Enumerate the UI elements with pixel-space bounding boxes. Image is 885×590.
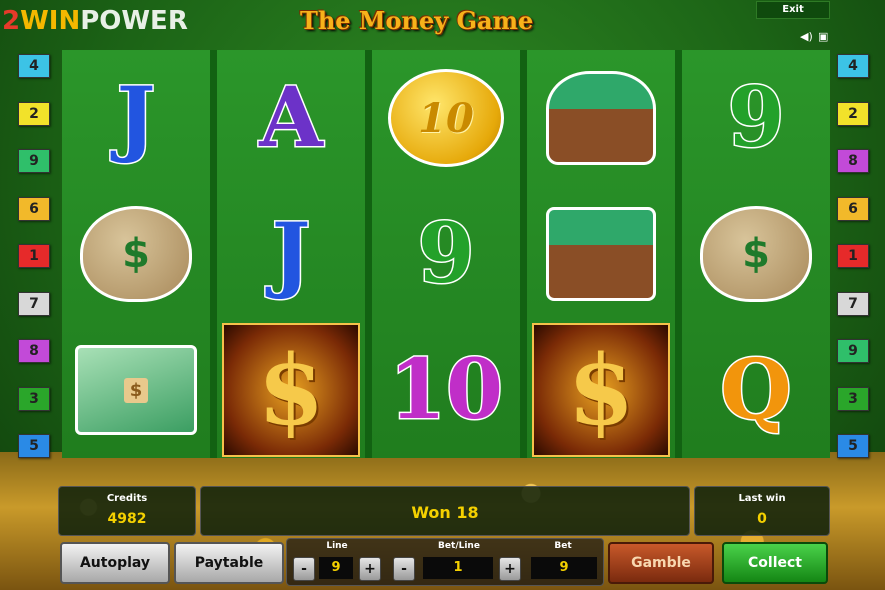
payline-left-7[interactable]: 3 <box>18 386 50 411</box>
reels-area: J $ $ A J $10 9 10 $9 $ Q <box>62 50 830 458</box>
payline-right-7[interactable]: 3 <box>837 386 869 411</box>
payline-right-8[interactable]: 5 <box>837 434 869 458</box>
reel-symbol: Q <box>682 322 830 458</box>
reel-5: 9 $ Q <box>682 50 830 458</box>
reel-symbol: $ <box>527 322 675 458</box>
game-title: The Money Game <box>300 6 534 35</box>
last-win-label: Last win <box>738 493 786 504</box>
reel-symbol <box>527 186 675 322</box>
line-value: 9 <box>319 557 353 579</box>
exit-button[interactable]: Exit <box>756 1 830 19</box>
reel-3: 10 9 10 <box>372 50 520 458</box>
wallet-symbol <box>546 207 656 301</box>
paytable-button[interactable]: Paytable <box>174 542 284 584</box>
dollar-scatter-symbol: $ <box>532 323 670 457</box>
payline-left-2[interactable]: 9 <box>18 149 50 173</box>
money-bag-symbol: $ <box>700 206 812 302</box>
payline-right-5[interactable]: 7 <box>837 291 869 316</box>
payline-right-0[interactable]: 4 <box>837 54 869 78</box>
betline-value: 1 <box>423 557 493 579</box>
payline-right-1[interactable]: 2 <box>837 101 869 126</box>
reel-symbol: $ <box>62 186 210 322</box>
betline-label: Bet/Line <box>438 541 480 551</box>
symbol-10: 10 <box>387 342 504 438</box>
reel-symbol: 10 <box>372 50 520 186</box>
bet-label: Bet <box>554 541 572 551</box>
gamble-button[interactable]: Gamble <box>608 542 714 584</box>
payline-left-6[interactable]: 8 <box>18 339 50 363</box>
collect-button[interactable]: Collect <box>722 542 828 584</box>
symbol-q: Q <box>719 342 793 438</box>
last-win-panel: Last win 0 <box>694 486 830 536</box>
reel-1: J $ $ <box>62 50 210 458</box>
brand-logo: 2WINPOWER <box>2 6 188 36</box>
gold-coin-symbol: 10 <box>388 69 504 167</box>
symbol-9: 9 <box>726 70 786 166</box>
reel-symbol: $ <box>682 186 830 322</box>
message-panel: Won 18 <box>200 486 690 536</box>
top-bar: 2WINPOWER The Money Game Exit ◀) ▣ <box>0 0 885 46</box>
logo-digit: 2 <box>2 6 21 36</box>
payline-right-4[interactable]: 1 <box>837 244 869 268</box>
payline-right-3[interactable]: 6 <box>837 196 869 221</box>
reel-2: A J $ <box>217 50 365 458</box>
payline-left-0[interactable]: 4 <box>18 54 50 78</box>
speaker-icon[interactable]: ◀) <box>800 30 813 43</box>
payline-left-4[interactable]: 1 <box>18 244 50 268</box>
fullscreen-icon[interactable]: ▣ <box>818 30 828 43</box>
cash-purse-symbol <box>546 71 656 165</box>
symbol-a: A <box>258 70 325 166</box>
logo-win: WIN <box>20 6 81 36</box>
payline-left-5[interactable]: 7 <box>18 291 50 316</box>
cash-band: $ <box>123 377 149 403</box>
reel-symbol <box>527 50 675 186</box>
reel-symbol: J <box>217 186 365 322</box>
reel-symbol: 9 <box>682 50 830 186</box>
payline-left-1[interactable]: 2 <box>18 101 50 126</box>
reel-symbol: $ <box>217 322 365 458</box>
cash-stack-symbol: $ <box>75 345 197 435</box>
money-bag-symbol: $ <box>80 206 192 302</box>
credits-label: Credits <box>106 493 148 504</box>
symbol-j: J <box>115 70 157 166</box>
payline-right-2[interactable]: 8 <box>837 149 869 173</box>
reel-symbol: J <box>62 50 210 186</box>
reel-symbol: A <box>217 50 365 186</box>
credits-value: 4982 <box>107 511 147 527</box>
win-message: Won 18 <box>411 503 479 522</box>
symbol-9: 9 <box>416 206 476 302</box>
line-minus-button[interactable]: - <box>293 557 315 581</box>
payline-left-8[interactable]: 5 <box>18 434 50 458</box>
bet-value: 9 <box>531 557 597 579</box>
last-win-value: 0 <box>757 511 767 527</box>
reel-symbol: 10 <box>372 322 520 458</box>
credits-panel: Credits 4982 <box>58 486 196 536</box>
dollar-scatter-symbol: $ <box>222 323 360 457</box>
payline-right-6[interactable]: 9 <box>837 339 869 363</box>
autoplay-button[interactable]: Autoplay <box>60 542 170 584</box>
betline-minus-button[interactable]: - <box>393 557 415 581</box>
bet-controls: Line - 9 + Bet/Line - 1 + Bet 9 <box>286 538 604 586</box>
symbol-j: J <box>270 206 312 302</box>
reel-4: $ <box>527 50 675 458</box>
logo-power: POWER <box>80 6 188 36</box>
reel-symbol: $ <box>62 322 210 458</box>
betline-plus-button[interactable]: + <box>499 557 521 581</box>
line-plus-button[interactable]: + <box>359 557 381 581</box>
line-label: Line <box>326 541 348 551</box>
reel-symbol: 9 <box>372 186 520 322</box>
payline-left-3[interactable]: 6 <box>18 196 50 221</box>
